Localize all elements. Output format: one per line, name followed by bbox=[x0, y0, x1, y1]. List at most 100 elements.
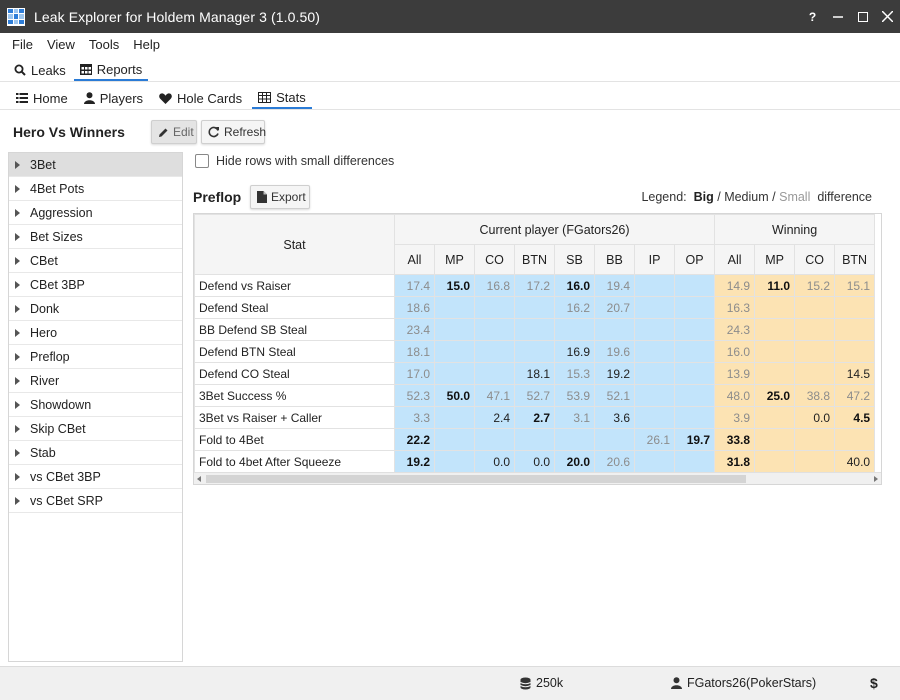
minimize-button[interactable] bbox=[825, 9, 850, 25]
column-header[interactable]: MP bbox=[754, 244, 796, 275]
table-row[interactable]: Fold to 4bet After Squeeze 19.2 0.0 0.0 20.0… bbox=[194, 450, 876, 473]
help-button[interactable]: ? bbox=[800, 10, 825, 24]
sidebar-item-label: vs CBet SRP bbox=[30, 493, 103, 508]
menu-file[interactable]: File bbox=[5, 37, 40, 52]
current-value-cell bbox=[634, 340, 675, 363]
table-row[interactable]: BB Defend SB Steal 23.4 24.3 bbox=[194, 318, 876, 341]
column-header[interactable]: BTN bbox=[834, 244, 876, 275]
scroll-right-icon[interactable] bbox=[874, 476, 878, 482]
table-row[interactable]: 3Bet Success % 52.3 50.0 47.1 52.7 53.9 52.1 48… bbox=[194, 384, 876, 407]
sidebar-item[interactable]: Skip CBet bbox=[9, 417, 182, 441]
current-player[interactable]: FGators26(PokerStars) bbox=[671, 676, 816, 690]
expand-arrow-icon[interactable] bbox=[15, 424, 20, 433]
sidebar-item[interactable]: River bbox=[9, 369, 182, 393]
sidebar-item-label: Preflop bbox=[30, 349, 70, 364]
table-row[interactable]: Defend vs Raiser 17.4 15.0 16.8 17.2 16.0 19.4… bbox=[194, 274, 876, 297]
tab-home[interactable]: Home bbox=[10, 87, 74, 109]
scrollbar-thumb[interactable] bbox=[206, 475, 746, 483]
sidebar-item[interactable]: Donk bbox=[9, 297, 182, 321]
column-header[interactable]: OP bbox=[673, 244, 716, 275]
expand-arrow-icon[interactable] bbox=[15, 160, 20, 169]
sidebar-item[interactable]: Hero bbox=[9, 321, 182, 345]
current-value-cell: 17.2 bbox=[514, 274, 555, 297]
sidebar-item-label: CBet 3BP bbox=[30, 277, 85, 292]
sidebar-item[interactable]: 4Bet Pots bbox=[9, 177, 182, 201]
current-value-cell: 52.7 bbox=[514, 384, 555, 407]
scroll-left-icon[interactable] bbox=[197, 476, 201, 482]
refresh-button[interactable]: Refresh bbox=[201, 120, 267, 144]
close-icon bbox=[881, 9, 894, 23]
current-value-cell: 20.7 bbox=[594, 296, 635, 319]
menu-tools[interactable]: Tools bbox=[82, 37, 126, 52]
column-header[interactable]: MP bbox=[434, 244, 475, 275]
edit-label: Edit bbox=[173, 125, 194, 139]
sidebar-item[interactable]: vs CBet 3BP bbox=[9, 465, 182, 489]
horizontal-scrollbar[interactable] bbox=[194, 472, 881, 484]
column-header[interactable]: CO bbox=[794, 244, 836, 275]
tab-leaks[interactable]: Leaks bbox=[8, 59, 72, 81]
column-header[interactable]: BB bbox=[594, 244, 635, 275]
table-row[interactable]: 3Bet vs Raiser + Caller 3.3 2.4 2.7 3.1 3.6 3.… bbox=[194, 406, 876, 429]
expand-arrow-icon[interactable] bbox=[15, 352, 20, 361]
column-header[interactable]: All bbox=[394, 244, 435, 275]
current-value-cell bbox=[634, 384, 675, 407]
tab-stats[interactable]: Stats bbox=[252, 87, 312, 109]
export-button[interactable]: Export bbox=[250, 185, 310, 209]
sidebar-item[interactable]: Stab bbox=[9, 441, 182, 465]
maximize-button[interactable] bbox=[850, 9, 875, 25]
column-header[interactable]: SB bbox=[554, 244, 595, 275]
sidebar-item[interactable]: vs CBet SRP bbox=[9, 489, 182, 513]
currency-button[interactable]: $ bbox=[870, 675, 878, 691]
column-header[interactable]: IP bbox=[634, 244, 675, 275]
current-value-cell bbox=[673, 362, 716, 385]
expand-arrow-icon[interactable] bbox=[15, 256, 20, 265]
sidebar-item[interactable]: 3Bet bbox=[9, 153, 182, 177]
sidebar-item[interactable]: CBet bbox=[9, 249, 182, 273]
expand-arrow-icon[interactable] bbox=[15, 304, 20, 313]
hide-small-differences-option[interactable]: Hide rows with small differences bbox=[195, 154, 394, 168]
column-header[interactable]: CO bbox=[474, 244, 515, 275]
expand-arrow-icon[interactable] bbox=[15, 496, 20, 505]
column-header[interactable]: All bbox=[714, 244, 756, 275]
refresh-label: Refresh bbox=[224, 125, 267, 139]
sidebar-item[interactable]: Bet Sizes bbox=[9, 225, 182, 249]
tab-hole-cards[interactable]: Hole Cards bbox=[153, 87, 248, 109]
expand-arrow-icon[interactable] bbox=[15, 208, 20, 217]
stat-column-header[interactable]: Stat bbox=[194, 214, 395, 275]
current-value-cell: 16.0 bbox=[554, 274, 595, 297]
table-row[interactable]: Fold to 4Bet 22.2 26.1 19.7 33.8 bbox=[194, 428, 876, 451]
hide-small-differences-checkbox[interactable] bbox=[195, 154, 209, 168]
table-row[interactable]: Defend BTN Steal 18.1 16.9 19.6 16.0 bbox=[194, 340, 876, 363]
edit-button[interactable]: Edit bbox=[151, 120, 197, 144]
sidebar-item[interactable]: Preflop bbox=[9, 345, 182, 369]
table-row[interactable]: Defend CO Steal 17.0 18.1 15.3 19.2 13.9 14.5 bbox=[194, 362, 876, 385]
close-button[interactable] bbox=[875, 9, 900, 25]
tab-reports[interactable]: Reports bbox=[73, 59, 149, 81]
current-value-cell bbox=[554, 428, 595, 451]
database-icon bbox=[520, 677, 531, 690]
sidebar-item-label: Bet Sizes bbox=[30, 229, 83, 244]
expand-arrow-icon[interactable] bbox=[15, 328, 20, 337]
expand-arrow-icon[interactable] bbox=[15, 376, 20, 385]
user-icon bbox=[671, 677, 682, 689]
tab-players[interactable]: Players bbox=[78, 87, 149, 109]
column-header[interactable]: BTN bbox=[514, 244, 555, 275]
menu-view[interactable]: View bbox=[40, 37, 82, 52]
expand-arrow-icon[interactable] bbox=[15, 472, 20, 481]
current-value-cell: 3.6 bbox=[594, 406, 635, 429]
expand-arrow-icon[interactable] bbox=[15, 280, 20, 289]
sidebar-item[interactable]: CBet 3BP bbox=[9, 273, 182, 297]
winning-value-cell bbox=[794, 340, 836, 363]
expand-arrow-icon[interactable] bbox=[15, 232, 20, 241]
sidebar-item[interactable]: Aggression bbox=[9, 201, 182, 225]
export-label: Export bbox=[271, 190, 306, 204]
expand-arrow-icon[interactable] bbox=[15, 400, 20, 409]
current-value-cell: 50.0 bbox=[434, 384, 475, 407]
expand-arrow-icon[interactable] bbox=[15, 448, 20, 457]
document-icon bbox=[257, 191, 267, 203]
current-value-cell bbox=[514, 340, 555, 363]
menu-help[interactable]: Help bbox=[126, 37, 167, 52]
table-row[interactable]: Defend Steal 18.6 16.2 20.7 16.3 bbox=[194, 296, 876, 319]
expand-arrow-icon[interactable] bbox=[15, 184, 20, 193]
sidebar-item[interactable]: Showdown bbox=[9, 393, 182, 417]
